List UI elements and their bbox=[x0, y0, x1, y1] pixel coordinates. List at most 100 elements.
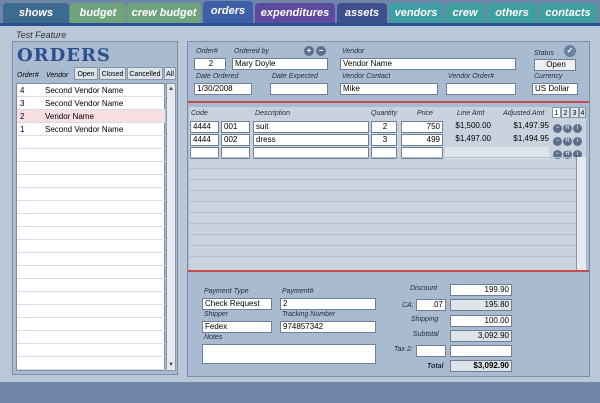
order-vendor: Second Vendor Name bbox=[45, 86, 124, 95]
tab-contacts[interactable]: contacts bbox=[539, 3, 597, 23]
scroll-down-icon[interactable]: ▼ bbox=[167, 360, 175, 370]
add-icon[interactable]: + bbox=[304, 46, 314, 56]
order-row[interactable]: 3 Second Vendor Name bbox=[17, 97, 165, 110]
line-description-field[interactable]: suit bbox=[253, 121, 369, 133]
page-tab-3[interactable]: 3 bbox=[570, 107, 579, 118]
order-number: 3 bbox=[20, 99, 25, 108]
line-price-field[interactable]: 499 bbox=[401, 134, 443, 146]
grid-line bbox=[189, 168, 576, 169]
column-order-label: Order# bbox=[17, 72, 39, 79]
row-info-icon[interactable]: i bbox=[573, 137, 582, 146]
tab-orders[interactable]: orders bbox=[203, 1, 253, 24]
filter-open-button[interactable]: Open bbox=[74, 67, 98, 80]
grid-line bbox=[189, 201, 576, 202]
column-quantity-label: Quantity bbox=[371, 110, 398, 117]
order-row-selected[interactable]: 2 Vendor Name bbox=[17, 110, 165, 123]
date-ordered-label: Date Ordered bbox=[196, 73, 239, 80]
tab-bar: shows budget crew budget orders expendit… bbox=[0, 0, 600, 26]
ordered-by-field[interactable]: Mary Doyle bbox=[232, 58, 328, 70]
vendor-label: Vendor bbox=[342, 48, 365, 55]
page-tab-4[interactable]: 4 bbox=[579, 107, 586, 118]
tab-budget[interactable]: budget bbox=[70, 3, 126, 23]
empty-list-row bbox=[17, 149, 165, 162]
date-expected-field[interactable] bbox=[270, 83, 328, 95]
grid-line bbox=[189, 212, 576, 213]
line-description-field[interactable]: dress bbox=[253, 134, 369, 146]
row-delete-icon[interactable]: − bbox=[553, 137, 562, 146]
line-amt-value: $1,500.00 bbox=[455, 121, 491, 130]
discount-field[interactable]: 199.90 bbox=[450, 284, 512, 296]
ordered-by-label: Ordered by bbox=[234, 48, 270, 55]
line-code-field[interactable]: 4444 bbox=[190, 121, 219, 133]
line-quantity-field[interactable]: 2 bbox=[371, 121, 397, 133]
page-tab-2[interactable]: 2 bbox=[561, 107, 570, 118]
feature-title: Test Feature bbox=[16, 30, 67, 40]
page-tab-1[interactable]: 1 bbox=[552, 107, 561, 118]
notes-label: Notes bbox=[204, 334, 223, 341]
order-row[interactable]: 1 Second Vendor Name bbox=[17, 123, 165, 136]
line-quantity-field[interactable]: 3 bbox=[371, 134, 397, 146]
line-items-scrollbar[interactable] bbox=[576, 157, 586, 270]
grid-line bbox=[189, 234, 576, 235]
payment-type-field[interactable]: Check Request bbox=[202, 298, 272, 310]
payment-number-field[interactable]: 2 bbox=[280, 298, 376, 310]
grid-line bbox=[189, 157, 576, 158]
line-code-field[interactable]: 4444 bbox=[190, 134, 219, 146]
empty-list-row bbox=[17, 344, 165, 357]
currency-label: Currency bbox=[534, 73, 563, 80]
tab-expenditures[interactable]: expenditures bbox=[255, 3, 335, 23]
order-number-label: Order# bbox=[196, 48, 218, 55]
tab-shows[interactable]: shows bbox=[3, 3, 69, 23]
adjusted-amt-value: $1,497.95 bbox=[513, 121, 549, 130]
line-sub-field[interactable]: 001 bbox=[221, 121, 250, 133]
payment-number-label: Payment# bbox=[282, 288, 314, 295]
tab-assets[interactable]: assets bbox=[337, 3, 387, 23]
order-list: 4 Second Vendor Name 3 Second Vendor Nam… bbox=[16, 83, 165, 371]
row-reorder-icon[interactable]: R bbox=[563, 124, 572, 133]
currency-field[interactable]: US Dollar bbox=[532, 83, 578, 95]
status-field[interactable]: Open bbox=[534, 59, 576, 71]
date-expected-label: Date Expected bbox=[272, 73, 318, 80]
ca-tax-amount: 195.80 bbox=[450, 299, 512, 311]
vendor-field[interactable]: Vendor Name bbox=[340, 58, 516, 70]
grid-line bbox=[189, 179, 576, 180]
line-row-actions: − Ri bbox=[553, 122, 583, 133]
filter-cancelled-button[interactable]: Cancelled bbox=[127, 67, 163, 80]
subtotal-label: Subtotal bbox=[413, 331, 439, 338]
tab-vendors[interactable]: vendors bbox=[389, 3, 443, 23]
row-delete-icon[interactable]: − bbox=[553, 124, 562, 133]
remove-icon[interactable]: − bbox=[316, 46, 326, 56]
row-info-icon[interactable]: i bbox=[573, 124, 582, 133]
order-list-scrollbar[interactable]: ▲ ▼ bbox=[166, 83, 176, 371]
vendor-order-field[interactable] bbox=[446, 83, 516, 95]
grid-line bbox=[189, 190, 576, 191]
line-sub-field[interactable]: 002 bbox=[221, 134, 250, 146]
empty-list-row bbox=[17, 253, 165, 266]
scroll-up-icon[interactable]: ▲ bbox=[167, 84, 175, 94]
order-row[interactable]: 4 Second Vendor Name bbox=[17, 84, 165, 97]
ca-tax-label: CA: bbox=[402, 302, 414, 309]
date-ordered-field[interactable]: 1/30/2008 bbox=[194, 83, 252, 95]
notes-field[interactable] bbox=[202, 344, 376, 364]
ca-tax-rate-field[interactable]: .07 bbox=[416, 299, 446, 311]
filter-all-button[interactable]: All bbox=[164, 67, 176, 80]
tracking-number-field[interactable]: 974857342 bbox=[280, 321, 376, 333]
discount-label: Discount bbox=[410, 285, 438, 292]
check-icon[interactable]: ✓ bbox=[564, 45, 576, 57]
tax2-rate-field[interactable] bbox=[416, 345, 446, 357]
empty-list-row bbox=[17, 318, 165, 331]
order-number-field[interactable]: 2 bbox=[194, 58, 226, 70]
tab-crew[interactable]: crew bbox=[445, 3, 485, 23]
tab-bar-underline bbox=[0, 23, 600, 26]
orders-logo: ORDERS bbox=[17, 45, 111, 66]
filter-closed-button[interactable]: Closed bbox=[99, 67, 126, 80]
vendor-contact-field[interactable]: Mike bbox=[340, 83, 438, 95]
shipper-field[interactable]: Fedex bbox=[202, 321, 272, 333]
line-price-field[interactable]: 750 bbox=[401, 121, 443, 133]
row-reorder-icon[interactable]: R bbox=[563, 137, 572, 146]
tab-others[interactable]: others bbox=[487, 3, 537, 23]
shipping-field[interactable]: 100.00 bbox=[450, 315, 512, 327]
tab-crew-budget[interactable]: crew budget bbox=[127, 3, 201, 23]
empty-list-row bbox=[17, 305, 165, 318]
bottom-bar bbox=[0, 382, 600, 403]
